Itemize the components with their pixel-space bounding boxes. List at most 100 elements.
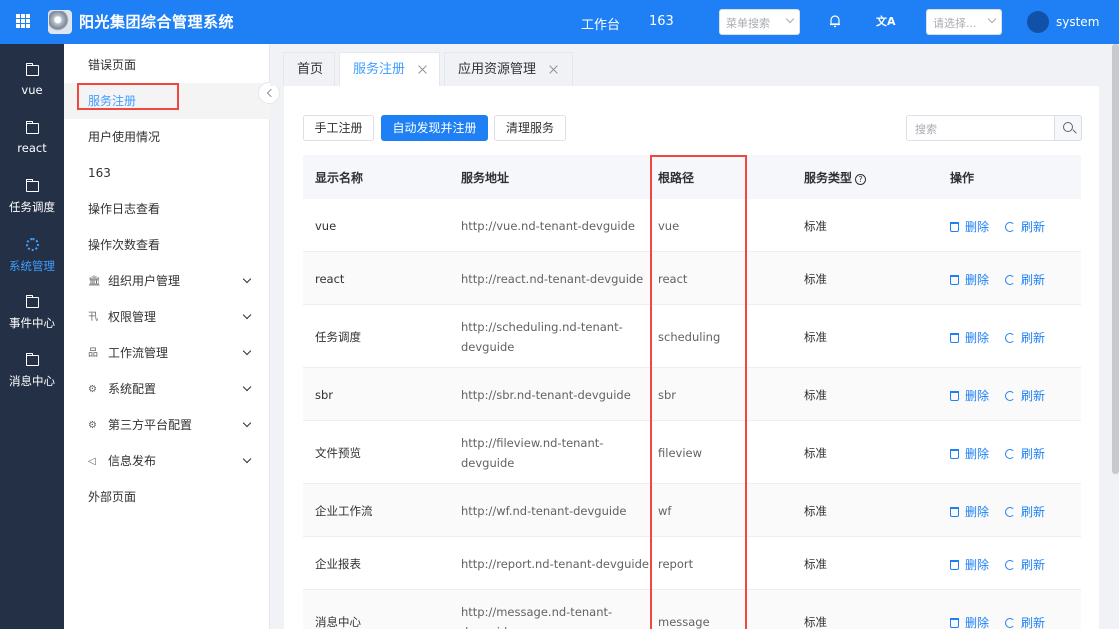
- search-icon[interactable]: [1054, 115, 1082, 141]
- menu-search-select[interactable]: 菜单搜索: [719, 9, 800, 35]
- submenu-item-workflow[interactable]: 品 工作流管理: [64, 335, 270, 371]
- app-title: 阳光集团综合管理系统: [79, 13, 235, 31]
- delete-button[interactable]: 删除: [950, 503, 989, 520]
- close-icon[interactable]: [549, 65, 558, 74]
- workflow-icon: 品: [88, 348, 98, 359]
- module-rail: vue react 任务调度 系统管理 事件中心 消息中心: [0, 44, 64, 629]
- submenu-item-label: 163: [88, 166, 111, 180]
- trash-icon: [950, 507, 959, 517]
- refresh-icon: [1005, 618, 1015, 628]
- column-header: 显示名称: [315, 171, 364, 185]
- tab-service-registry[interactable]: 服务注册: [339, 52, 440, 86]
- submenu-item-org-users[interactable]: 🏛 组织用户管理: [64, 263, 270, 299]
- refresh-label: 刷新: [1021, 505, 1046, 519]
- cell-display-name: 消息中心: [315, 615, 361, 629]
- refresh-button[interactable]: 刷新: [1005, 329, 1045, 346]
- submenu-item-operation-log[interactable]: 操作日志查看: [64, 191, 270, 227]
- submenu-panel: 错误页面 服务注册 用户使用情况 163 操作日志查看 操作次数查看 🏛 组织用…: [64, 44, 270, 629]
- rail-item-label: 任务调度: [9, 200, 55, 214]
- cell-display-name: 文件预览: [315, 446, 361, 460]
- delete-label: 删除: [965, 220, 990, 234]
- rail-item-task-scheduling[interactable]: 任务调度: [0, 162, 64, 220]
- rail-item-message-center[interactable]: 消息中心: [0, 336, 64, 394]
- refresh-icon: [1005, 333, 1015, 343]
- delete-label: 删除: [965, 558, 990, 572]
- rail-item-label: 事件中心: [9, 316, 55, 330]
- user-avatar[interactable]: [1027, 11, 1049, 33]
- cell-service-address: http://wf.nd-tenant-devguide: [461, 504, 627, 518]
- submenu-item-operation-count[interactable]: 操作次数查看: [64, 227, 270, 263]
- cell-display-name: 任务调度: [315, 330, 361, 344]
- refresh-icon: [1005, 560, 1015, 570]
- delete-label: 删除: [965, 616, 990, 629]
- delete-button[interactable]: 删除: [950, 271, 989, 288]
- delete-button[interactable]: 删除: [950, 218, 989, 235]
- top-header: 阳光集团综合管理系统 工作台 163 菜单搜索 文A 请选择... system: [0, 0, 1119, 44]
- username[interactable]: system: [1056, 15, 1099, 29]
- search-input[interactable]: 搜索: [906, 115, 1055, 141]
- tab-label: 应用资源管理: [458, 62, 537, 77]
- translate-icon[interactable]: 文A: [876, 13, 896, 29]
- cell-service-type: 标准: [804, 219, 827, 233]
- refresh-label: 刷新: [1021, 558, 1046, 572]
- trash-icon: [950, 275, 959, 285]
- submenu-item-163[interactable]: 163: [64, 155, 270, 191]
- delete-button[interactable]: 删除: [950, 614, 989, 629]
- submenu-item-label: 组织用户管理: [108, 274, 181, 288]
- refresh-button[interactable]: 刷新: [1005, 218, 1045, 235]
- language-select-placeholder: 请选择...: [933, 17, 977, 30]
- submenu-item-user-usage[interactable]: 用户使用情况: [64, 119, 270, 155]
- close-icon[interactable]: [418, 65, 427, 74]
- tab-home[interactable]: 首页: [283, 52, 335, 86]
- submenu-item-label: 外部页面: [88, 490, 137, 504]
- refresh-button[interactable]: 刷新: [1005, 614, 1045, 629]
- delete-button[interactable]: 删除: [950, 445, 989, 462]
- submenu-item-third-party-config[interactable]: ⚙ 第三方平台配置: [64, 407, 270, 443]
- cell-service-address: http://scheduling.nd-tenant-: [461, 320, 623, 334]
- cell-display-name: react: [315, 272, 345, 286]
- header-count-link[interactable]: 163: [649, 14, 674, 29]
- rail-item-label: 系统管理: [9, 259, 55, 273]
- submenu-item-info-publish[interactable]: ◁ 信息发布: [64, 443, 270, 479]
- refresh-button[interactable]: 刷新: [1005, 271, 1045, 288]
- cell-service-type: 标准: [804, 330, 827, 344]
- refresh-button[interactable]: 刷新: [1005, 556, 1045, 573]
- delete-button[interactable]: 删除: [950, 387, 989, 404]
- rail-item-event-center[interactable]: 事件中心: [0, 278, 64, 336]
- chevron-down-icon: [785, 14, 795, 24]
- chevron-down-icon: [242, 274, 252, 284]
- permission-icon: 卂: [88, 312, 98, 323]
- workbench-link[interactable]: 工作台: [581, 14, 620, 33]
- help-icon[interactable]: ?: [855, 174, 867, 185]
- auto-discover-register-button[interactable]: 自动发现并注册: [381, 115, 488, 141]
- tab-app-resources[interactable]: 应用资源管理: [444, 52, 573, 86]
- speaker-icon: ◁: [88, 456, 96, 467]
- bank-icon: 🏛: [88, 276, 101, 287]
- cell-service-type: 标准: [804, 504, 827, 518]
- language-select[interactable]: 请选择...: [926, 9, 1002, 35]
- refresh-button[interactable]: 刷新: [1005, 503, 1045, 520]
- apps-grid-icon[interactable]: [16, 14, 30, 28]
- rail-item-system-management[interactable]: 系统管理: [0, 220, 64, 278]
- page-scrollbar[interactable]: [1112, 44, 1119, 474]
- clean-services-button[interactable]: 清理服务: [494, 115, 566, 141]
- rail-item-react[interactable]: react: [0, 104, 64, 162]
- bell-icon[interactable]: [829, 14, 841, 28]
- refresh-label: 刷新: [1021, 220, 1046, 234]
- column-header: 操作: [950, 171, 975, 185]
- submenu-item-error-page[interactable]: 错误页面: [64, 47, 270, 83]
- delete-button[interactable]: 删除: [950, 329, 989, 346]
- submenu-item-system-config[interactable]: ⚙ 系统配置: [64, 371, 270, 407]
- manual-register-button[interactable]: 手工注册: [303, 115, 374, 141]
- cell-service-address: devguide: [461, 340, 515, 354]
- submenu-item-permissions[interactable]: 卂 权限管理: [64, 299, 270, 335]
- refresh-label: 刷新: [1021, 273, 1046, 287]
- delete-button[interactable]: 删除: [950, 556, 989, 573]
- cell-display-name: vue: [315, 219, 337, 233]
- refresh-button[interactable]: 刷新: [1005, 387, 1045, 404]
- chevron-down-icon: [242, 454, 252, 464]
- submenu-item-external-page[interactable]: 外部页面: [64, 479, 270, 515]
- gear-icon: ⚙: [88, 420, 97, 431]
- refresh-button[interactable]: 刷新: [1005, 445, 1045, 462]
- rail-item-vue[interactable]: vue: [0, 46, 64, 104]
